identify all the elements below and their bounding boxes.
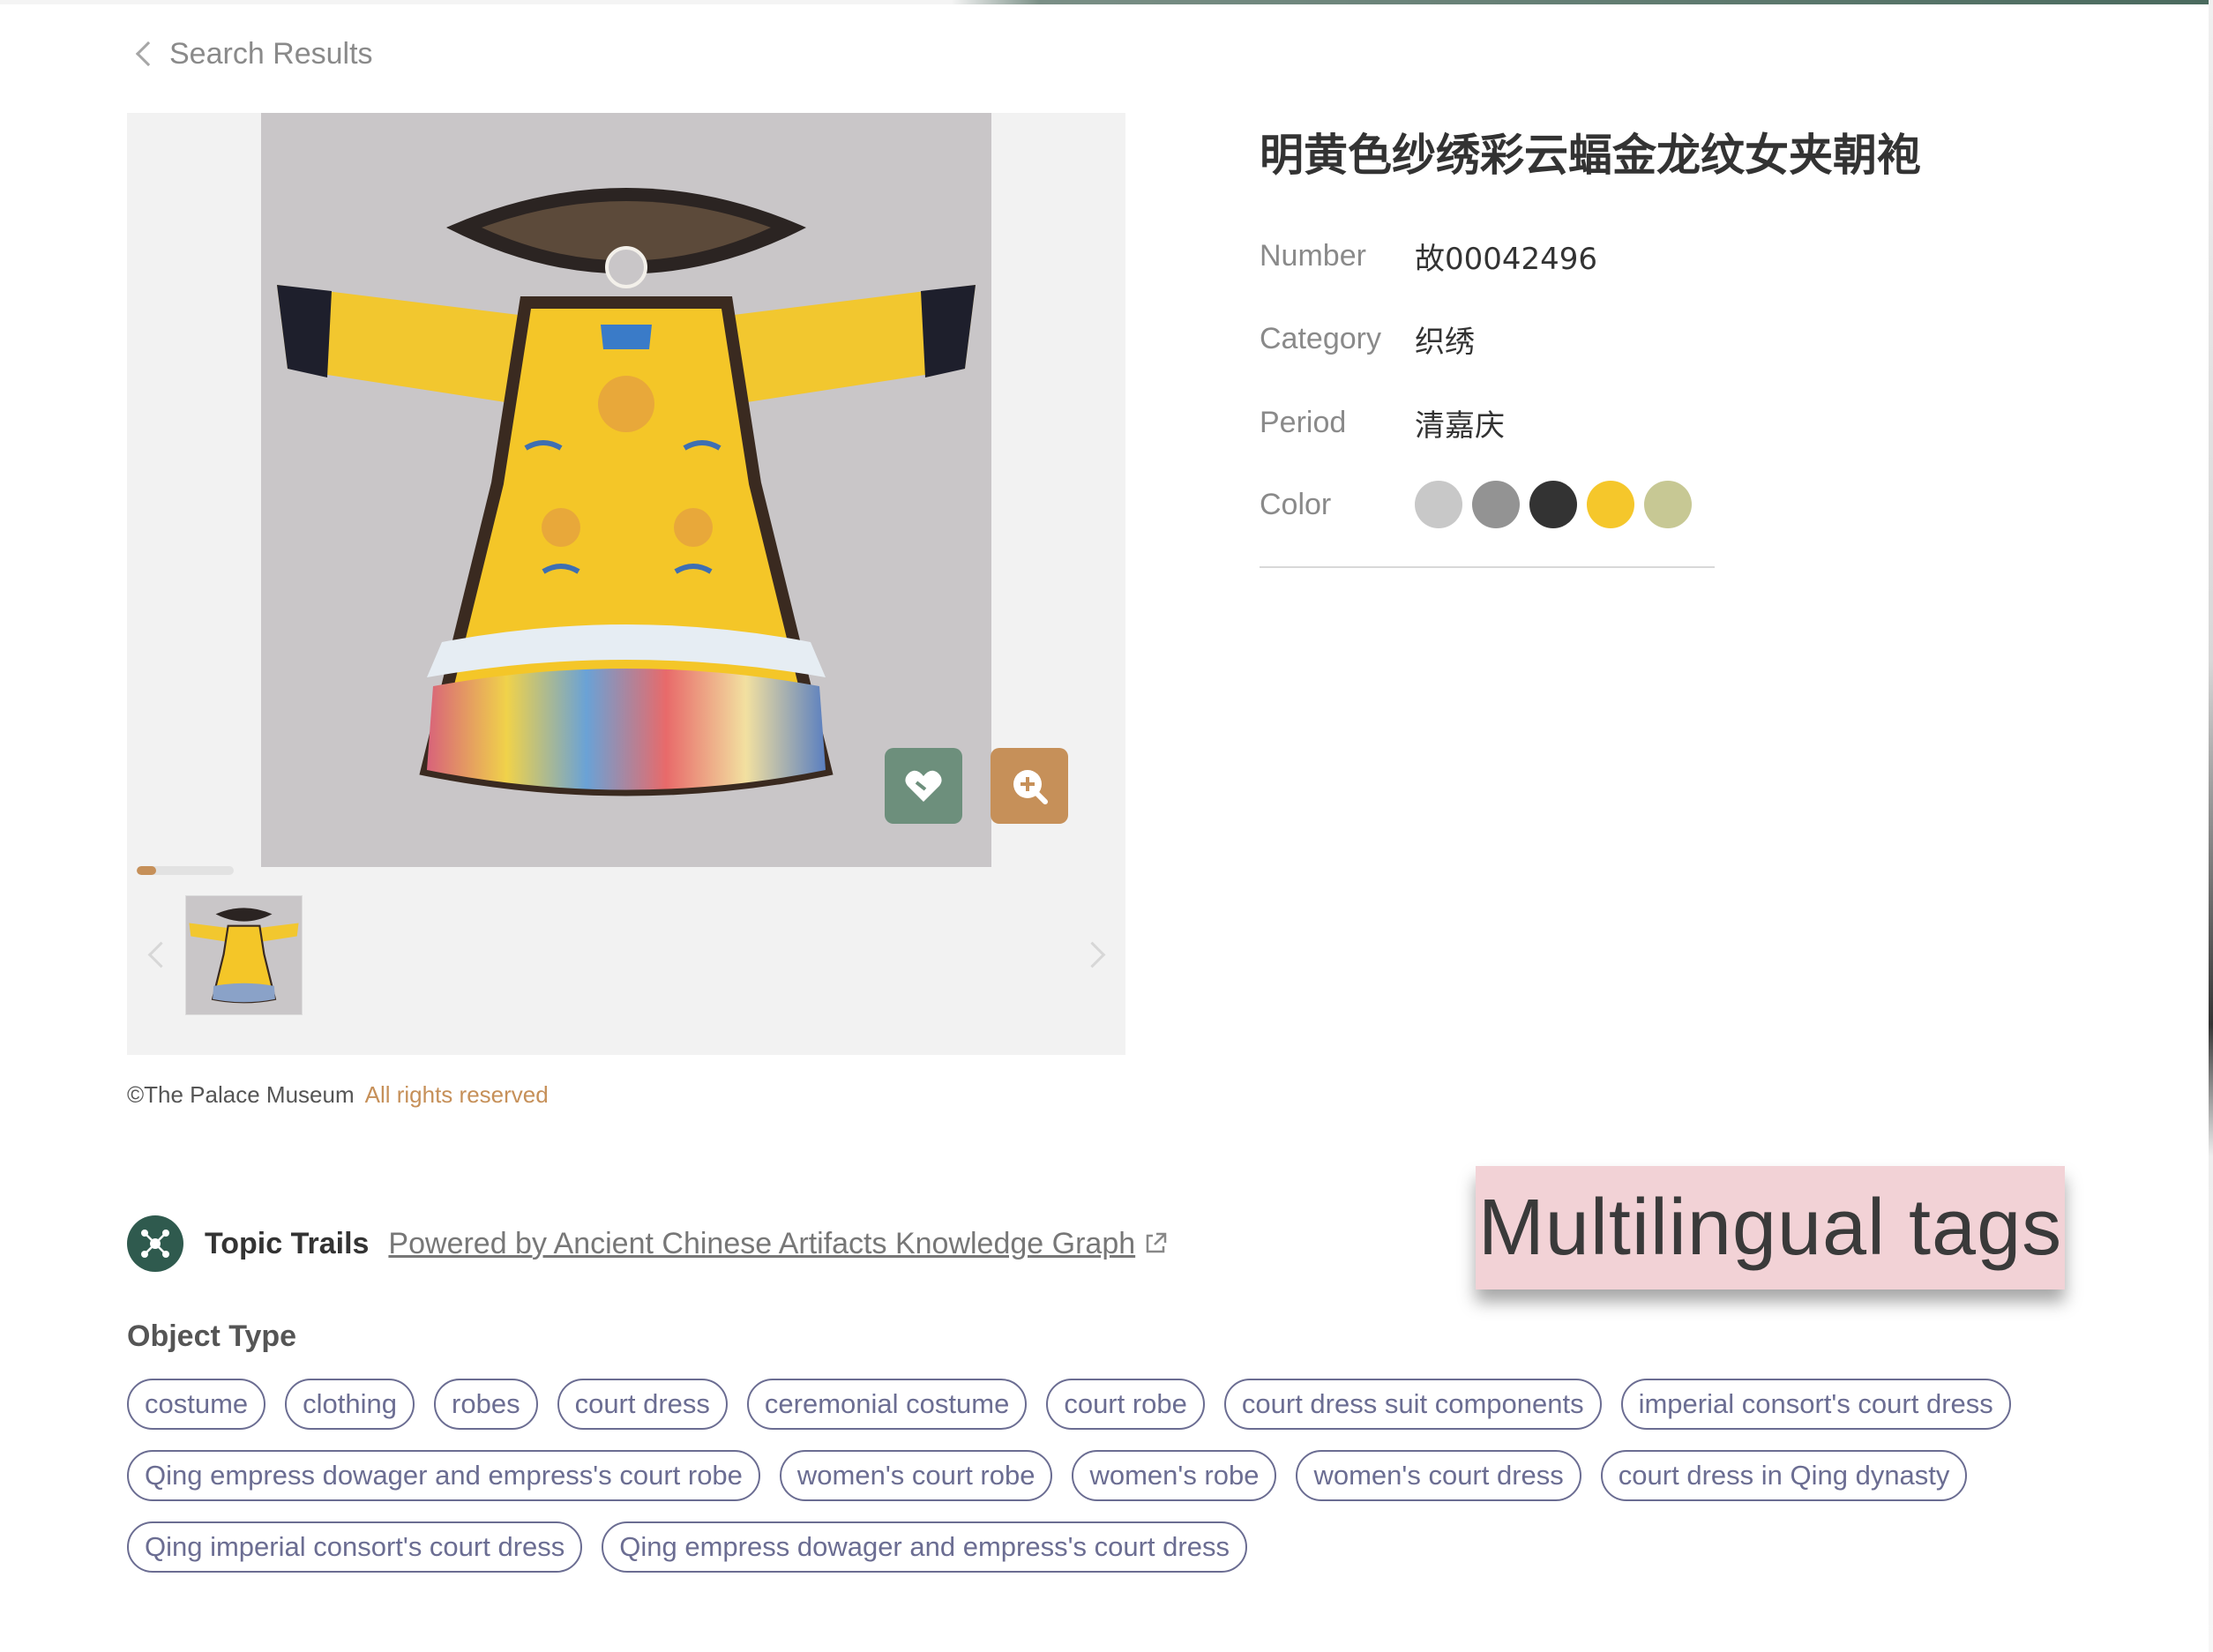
- tag-row: Qing imperial consort's court dress Qing …: [127, 1521, 1247, 1573]
- meta-category: Category 织绣: [1260, 318, 1475, 361]
- zoom-button[interactable]: [991, 748, 1068, 824]
- favorite-button[interactable]: [885, 748, 962, 824]
- meta-divider: [1260, 566, 1715, 568]
- object-type-tag[interactable]: Qing imperial consort's court dress: [127, 1521, 583, 1573]
- object-type-tag[interactable]: court robe: [1046, 1379, 1205, 1430]
- meta-label: Period: [1260, 406, 1347, 439]
- gallery-thumbnail[interactable]: [185, 895, 303, 1015]
- tag-row: costume clothing robes court dress ceremonia…: [127, 1379, 2011, 1430]
- zoom-in-icon: [1013, 770, 1048, 804]
- main-artifact-image[interactable]: [261, 113, 991, 867]
- artifact-title: 明黄色纱绣彩云蝠金龙纹女夹朝袍: [1260, 130, 1921, 181]
- object-type-tag[interactable]: women's court dress: [1296, 1450, 1581, 1501]
- meta-label: Number: [1260, 239, 1366, 273]
- image-gallery: [127, 113, 1125, 1055]
- meta-period: Period 清嘉庆: [1260, 401, 1505, 445]
- knowledge-graph-icon: [127, 1215, 183, 1272]
- object-type-tag[interactable]: ceremonial costume: [746, 1379, 1028, 1430]
- copyright-rights: All rights reserved: [364, 1081, 549, 1108]
- meta-value: 清嘉庆: [1415, 408, 1505, 444]
- object-type-heading: Object Type: [127, 1319, 297, 1353]
- object-type-tag[interactable]: court dress suit components: [1223, 1379, 1602, 1430]
- object-type-tag[interactable]: court dress in Qing dynasty: [1600, 1450, 1968, 1501]
- robe-illustration: [277, 188, 976, 796]
- color-swatch[interactable]: [1587, 481, 1634, 528]
- external-link-icon: [1146, 1232, 1167, 1253]
- object-type-tag[interactable]: robes: [434, 1379, 538, 1430]
- copyright-owner: ©The Palace Museum: [127, 1081, 355, 1108]
- gallery-next-button[interactable]: [1078, 933, 1113, 977]
- copyright-line: ©The Palace Museum All rights reserved: [127, 1081, 549, 1109]
- topic-trails: Topic Trails Powered by Ancient Chinese …: [127, 1215, 1169, 1272]
- object-type-tag[interactable]: women's robe: [1072, 1450, 1277, 1501]
- object-type-tag[interactable]: Qing empress dowager and empress's court…: [602, 1521, 1247, 1573]
- top-progress-bar: [0, 0, 2213, 4]
- heart-icon: [905, 770, 942, 802]
- tag-row: Qing empress dowager and empress's court…: [127, 1450, 1968, 1501]
- object-type-tag[interactable]: imperial consort's court dress: [1620, 1379, 2011, 1430]
- multilingual-tags-annotation: Multilingual tags: [1476, 1166, 2065, 1289]
- object-type-tag[interactable]: court dress: [557, 1379, 728, 1430]
- meta-number: Number 故00042496: [1260, 235, 1597, 278]
- thumbnail-image: [189, 908, 299, 1004]
- color-swatches: [1415, 481, 1701, 528]
- meta-color: Color: [1260, 481, 1701, 528]
- chevron-left-icon: [135, 41, 161, 67]
- object-type-tag[interactable]: women's court robe: [779, 1450, 1053, 1501]
- gallery-progress: [137, 866, 234, 875]
- back-label: Search Results: [169, 36, 373, 71]
- meta-label: Category: [1260, 322, 1381, 355]
- gallery-prev-button[interactable]: [139, 933, 175, 977]
- color-swatch[interactable]: [1644, 481, 1692, 528]
- knowledge-graph-link-text: Powered by Ancient Chinese Artifacts Kno…: [388, 1226, 1136, 1260]
- gallery-progress-fill: [137, 866, 156, 875]
- color-swatch[interactable]: [1472, 481, 1520, 528]
- window-edge: [2209, 0, 2213, 1652]
- meta-label: Color: [1260, 487, 1332, 521]
- back-to-search-results[interactable]: Search Results: [132, 35, 373, 72]
- meta-value: 故00042496: [1415, 242, 1598, 277]
- color-swatch[interactable]: [1529, 481, 1577, 528]
- meta-value: 织绣: [1415, 325, 1475, 360]
- knowledge-graph-link[interactable]: Powered by Ancient Chinese Artifacts Kno…: [388, 1227, 1169, 1261]
- object-type-tag[interactable]: clothing: [285, 1379, 415, 1430]
- object-type-tag[interactable]: costume: [127, 1379, 266, 1430]
- color-swatch[interactable]: [1415, 481, 1462, 528]
- object-type-tag[interactable]: Qing empress dowager and empress's court…: [127, 1450, 760, 1501]
- topic-trails-title: Topic Trails: [205, 1226, 370, 1260]
